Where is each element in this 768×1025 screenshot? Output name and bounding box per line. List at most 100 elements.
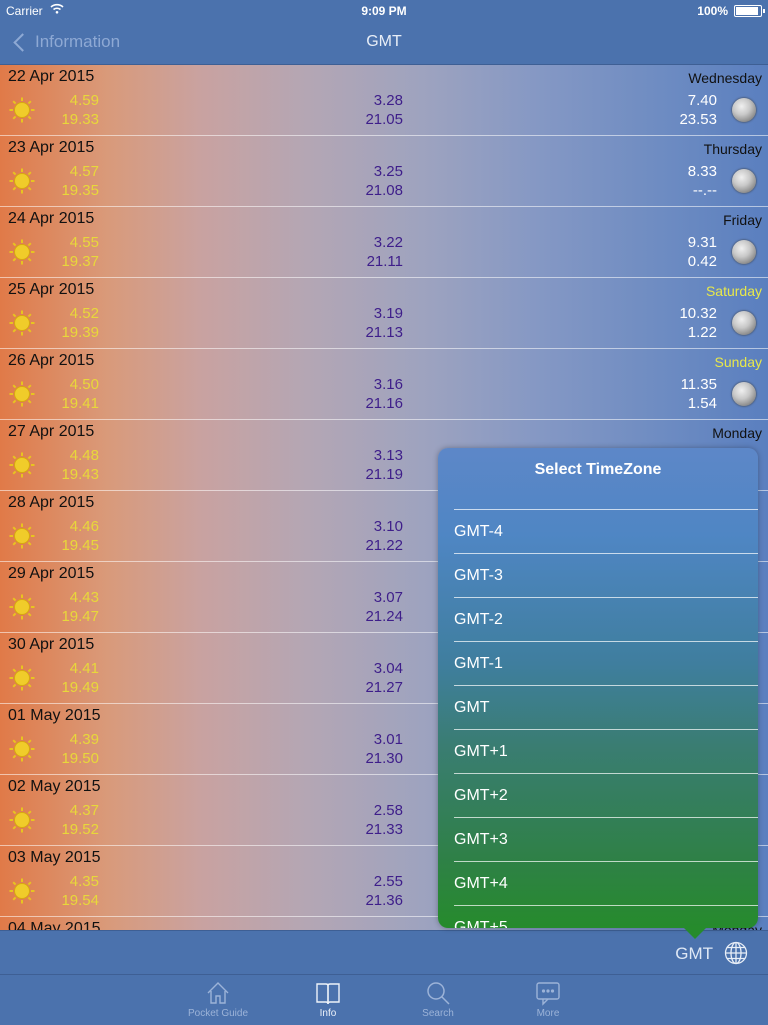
moonset-time: 23.53 [679, 111, 717, 128]
status-time: 9:09 PM [361, 4, 407, 18]
row-date: 26 Apr 2015 [8, 352, 95, 369]
twilight-end-time: 21.11 [366, 253, 403, 270]
timezone-option[interactable]: GMT+1 [454, 730, 758, 774]
timezone-option[interactable]: GMT-2 [454, 598, 758, 642]
twilight-end-time: 21.05 [365, 111, 403, 128]
twilight-start-time: 3.07 [373, 589, 403, 606]
twilight-end-time: 21.27 [365, 679, 403, 696]
search-icon [398, 980, 478, 1006]
tab-more[interactable]: More [508, 980, 588, 1019]
tab-info[interactable]: Info [288, 980, 368, 1019]
twilight-end-time: 21.16 [365, 395, 403, 412]
row-date: 29 Apr 2015 [8, 565, 95, 582]
popover-arrow [683, 927, 707, 939]
moon-icon [732, 311, 756, 335]
twilight-start-time: 3.19 [373, 305, 403, 322]
tab-search[interactable]: Search [398, 980, 478, 1019]
row-date: 28 Apr 2015 [8, 494, 95, 511]
row-weekday: Saturday [705, 283, 762, 299]
table-row[interactable]: 25 Apr 2015 Saturday 4.52 19.39 3.19 21.13 10.… [0, 278, 768, 349]
table-row[interactable]: 24 Apr 2015 Friday 4.55 19.37 3.22 21.11 9.31 0… [0, 207, 768, 278]
tab-label: More [536, 1008, 560, 1019]
table-row[interactable]: 22 Apr 2015 Wednesday 4.59 19.33 3.28 21.05 7.… [0, 65, 768, 136]
twilight-start-time: 2.58 [373, 802, 403, 819]
twilight-start-time: 3.16 [373, 376, 403, 393]
tab-pocket-guide[interactable]: Pocket Guide [178, 980, 258, 1019]
row-date: 03 May 2015 [8, 849, 101, 866]
timezone-option[interactable]: GMT+5 [454, 906, 758, 928]
twilight-start-time: 3.04 [373, 660, 403, 677]
twilight-end-time: 21.33 [365, 821, 403, 838]
twilight-start-time: 3.13 [373, 447, 403, 464]
moonset-time: 0.42 [687, 253, 717, 270]
twilight-end-time: 21.36 [365, 892, 403, 909]
twilight-end-time: 21.22 [365, 537, 403, 554]
status-bar: Carrier 9:09 PM 100% [0, 0, 768, 20]
tab-bar: Pocket Guide Info Search More [0, 974, 768, 1025]
row-weekday: Friday [723, 212, 762, 228]
battery-percent: 100% [697, 4, 728, 18]
home-icon [178, 980, 258, 1006]
twilight-start-time: 2.55 [373, 873, 403, 890]
row-date: 30 Apr 2015 [8, 636, 95, 653]
moonset-time: 1.22 [687, 324, 717, 341]
moonset-time: --.-- [692, 182, 717, 199]
tab-label: Search [422, 1008, 454, 1019]
row-date: 24 Apr 2015 [8, 210, 95, 227]
twilight-start-time: 3.28 [373, 92, 403, 109]
timezone-option[interactable]: GMT [454, 686, 758, 730]
globe-icon[interactable] [724, 941, 748, 965]
twilight-start-time: 3.25 [373, 163, 403, 180]
moonrise-time: 8.33 [687, 163, 717, 180]
moon-icon [732, 382, 756, 406]
timezone-option[interactable]: GMT-3 [454, 554, 758, 598]
moonrise-time: 7.40 [687, 92, 717, 109]
moonrise-time: 11.35 [680, 376, 717, 393]
timezone-list[interactable]: GMT-5GMT-4GMT-3GMT-2GMT-1GMTGMT+1GMT+2GM… [438, 492, 758, 928]
row-date: 04 May 2015 [8, 920, 101, 930]
twilight-start-time: 3.22 [373, 234, 403, 251]
moon-icon [732, 240, 756, 264]
timezone-option[interactable]: GMT+4 [454, 862, 758, 906]
timezone-option[interactable]: GMT+2 [454, 774, 758, 818]
timezone-toolbar: GMT [0, 930, 768, 975]
timezone-option[interactable]: GMT+3 [454, 818, 758, 862]
navigation-bar: Information GMT [0, 20, 768, 65]
battery-icon [734, 5, 765, 17]
moon-icon [732, 98, 756, 122]
tab-label: Pocket Guide [187, 1008, 249, 1019]
twilight-end-time: 21.24 [365, 608, 403, 625]
twilight-end-time: 21.08 [365, 182, 403, 199]
twilight-end-time: 21.19 [365, 466, 403, 483]
row-date: 23 Apr 2015 [8, 139, 95, 156]
popover-title: Select TimeZone [534, 461, 662, 478]
row-weekday: Monday [712, 425, 762, 441]
book-icon [288, 980, 368, 1006]
timezone-option[interactable]: GMT-4 [454, 510, 758, 554]
page-title: GMT [366, 33, 402, 50]
twilight-start-time: 3.10 [373, 518, 403, 535]
row-date: 02 May 2015 [8, 778, 101, 795]
row-date: 22 Apr 2015 [8, 68, 95, 85]
table-row[interactable]: 23 Apr 2015 Thursday 4.57 19.35 3.25 21.08 8.3… [0, 136, 768, 207]
timezone-option[interactable]: GMT-5 [454, 492, 758, 510]
row-date: 25 Apr 2015 [8, 281, 95, 298]
row-date: 01 May 2015 [8, 707, 101, 724]
twilight-end-time: 21.30 [365, 750, 403, 767]
twilight-start-time: 3.01 [373, 731, 403, 748]
moon-icon [732, 169, 756, 193]
table-row[interactable]: 26 Apr 2015 Sunday 4.50 19.41 3.16 21.16 11.35… [0, 349, 768, 420]
twilight-end-time: 21.13 [365, 324, 403, 341]
row-weekday: Thursday [703, 141, 762, 157]
tab-label: Info [319, 1008, 337, 1019]
row-weekday: Wednesday [688, 70, 762, 86]
more-icon [508, 980, 588, 1006]
moonset-time: 1.54 [687, 395, 717, 412]
timezone-button[interactable]: GMT [675, 944, 713, 964]
moonrise-time: 10.32 [679, 305, 717, 322]
row-weekday: Sunday [714, 354, 762, 370]
timezone-popover: Select TimeZone GMT-5GMT-4GMT-3GMT-2GMT-… [438, 448, 758, 928]
moonrise-time: 9.31 [687, 234, 717, 251]
timezone-option[interactable]: GMT-1 [454, 642, 758, 686]
row-date: 27 Apr 2015 [8, 423, 95, 440]
